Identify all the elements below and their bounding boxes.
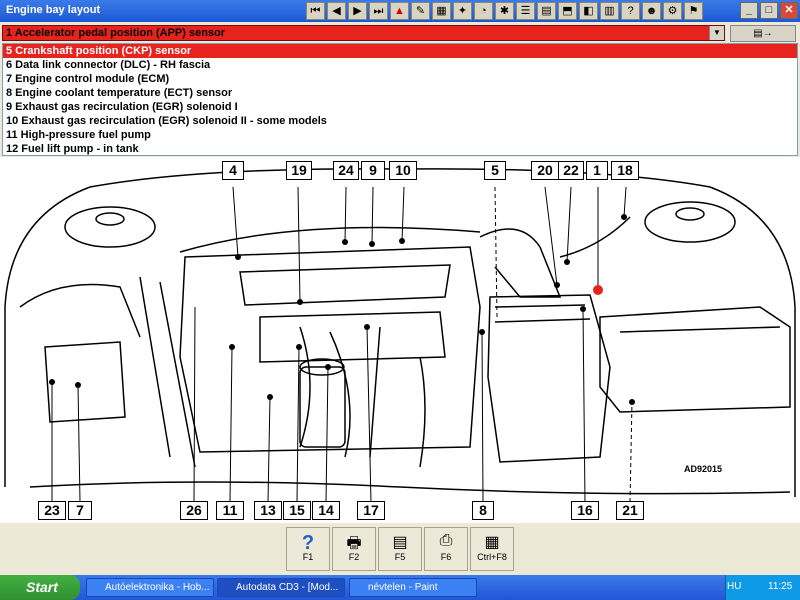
- f6-button[interactable]: ⎙ F6: [424, 527, 468, 571]
- f2-button[interactable]: 🖶 F2: [332, 527, 376, 571]
- tool2-icon[interactable]: ⚙: [663, 2, 682, 20]
- minimize-button[interactable]: _: [740, 2, 758, 19]
- label-24[interactable]: 24: [333, 161, 359, 180]
- toolbar: ⏮ ◀ ▶ ⏭ ▲ ✎ ▦ ✦ ◔ ✱ ☰ ▤ ⬒ ◧ ▥ ? ☻ ⚙ ⚑: [306, 2, 703, 20]
- label-23[interactable]: 23: [38, 501, 66, 520]
- chart-icon[interactable]: ▥: [600, 2, 619, 20]
- f1-button[interactable]: ? F1: [286, 527, 330, 571]
- document-icon[interactable]: ▤: [537, 2, 556, 20]
- label-15[interactable]: 15: [283, 501, 311, 520]
- taskbar-item[interactable]: névtelen - Paint: [349, 578, 477, 597]
- wrench-icon[interactable]: ✦: [453, 2, 472, 20]
- warning-icon[interactable]: ▲: [390, 2, 409, 20]
- list-item[interactable]: 10 Exhaust gas recirculation (EGR) solen…: [3, 114, 797, 128]
- image-icon[interactable]: ▦: [432, 2, 451, 20]
- tool-icon[interactable]: ✎: [411, 2, 430, 20]
- print-icon: 🖶: [346, 535, 362, 552]
- settings-icon[interactable]: ✱: [495, 2, 514, 20]
- maximize-button[interactable]: □: [760, 2, 778, 19]
- highlight-marker: [593, 285, 603, 295]
- list-item[interactable]: 9 Exhaust gas recirculation (EGR) soleno…: [3, 100, 797, 114]
- label-8[interactable]: 8: [472, 501, 494, 520]
- title-bar: Engine bay layout ⏮ ◀ ▶ ⏭ ▲ ✎ ▦ ✦ ◔ ✱ ☰ …: [0, 0, 800, 22]
- list-item[interactable]: 5 Crankshaft position (CKP) sensor: [3, 44, 797, 58]
- label-26[interactable]: 26: [180, 501, 208, 520]
- label-17[interactable]: 17: [357, 501, 385, 520]
- label-20[interactable]: 20: [531, 161, 559, 180]
- help-icon[interactable]: ?: [621, 2, 640, 20]
- component-select-value: 1 Accelerator pedal position (APP) senso…: [6, 27, 226, 39]
- label-10[interactable]: 10: [389, 161, 417, 180]
- last-icon[interactable]: ⏭: [369, 2, 388, 20]
- printer-icon: ⎙: [439, 532, 453, 549]
- flag-icon[interactable]: ⚑: [684, 2, 703, 20]
- car-icon[interactable]: ⬒: [558, 2, 577, 20]
- chevron-down-icon[interactable]: ▼: [709, 26, 724, 40]
- ctrl-f8-button[interactable]: ▦ Ctrl+F8: [470, 527, 514, 571]
- start-button[interactable]: Start: [0, 575, 80, 600]
- close-button[interactable]: ✕: [780, 2, 798, 19]
- gauge-icon[interactable]: ◔: [474, 2, 493, 20]
- diagram-code: AD92015: [684, 464, 723, 474]
- taskbar-item[interactable]: Autodata CD3 - [Mod...: [217, 578, 345, 597]
- document-icon: ▤: [392, 534, 408, 551]
- language-indicator[interactable]: HU: [727, 581, 741, 592]
- first-icon[interactable]: ⏮: [306, 2, 325, 20]
- label-19[interactable]: 19: [286, 161, 312, 180]
- engine-illustration: [4, 168, 796, 503]
- taskbar-item[interactable]: Autóelektronika - Hob...: [86, 578, 214, 597]
- label-9[interactable]: 9: [361, 161, 385, 180]
- component-list: 5 Crankshaft position (CKP) sensor 6 Dat…: [2, 43, 798, 156]
- label-22[interactable]: 22: [558, 161, 584, 180]
- window-title: Engine bay layout: [6, 4, 101, 16]
- f5-button[interactable]: ▤ F5: [378, 527, 422, 571]
- help-icon: ?: [301, 532, 315, 554]
- function-key-bar: ? F1 🖶 F2 ▤ F5 ⎙ F6 ▦ Ctrl+F8: [0, 524, 800, 574]
- list-item[interactable]: 11 High-pressure fuel pump: [3, 128, 797, 142]
- engine-icon[interactable]: ◧: [579, 2, 598, 20]
- label-21[interactable]: 21: [616, 501, 644, 520]
- user-icon[interactable]: ☻: [642, 2, 661, 20]
- label-7[interactable]: 7: [68, 501, 92, 520]
- component-select[interactable]: 1 Accelerator pedal position (APP) senso…: [2, 25, 725, 41]
- label-5[interactable]: 5: [484, 161, 506, 180]
- engine-bay-diagram: 4 19 24 9 10 5 20 22 1 18 23 7 26 11 13 …: [0, 157, 800, 523]
- taskbar: Start Autóelektronika - Hob... Autodata …: [0, 575, 800, 600]
- next-icon[interactable]: ▶: [348, 2, 367, 20]
- export-button[interactable]: ▤→: [730, 25, 796, 42]
- label-18[interactable]: 18: [611, 161, 639, 180]
- list-item[interactable]: 8 Engine coolant temperature (ECT) senso…: [3, 86, 797, 100]
- label-4[interactable]: 4: [222, 161, 244, 180]
- label-11[interactable]: 11: [216, 501, 244, 520]
- list-item[interactable]: 7 Engine control module (ECM): [3, 72, 797, 86]
- table-icon: ▦: [484, 534, 500, 551]
- label-1[interactable]: 1: [586, 161, 608, 180]
- label-13[interactable]: 13: [254, 501, 282, 520]
- clock: 11:25: [768, 581, 793, 592]
- list-item[interactable]: 12 Fuel lift pump - in tank: [3, 142, 797, 156]
- list-item[interactable]: 6 Data link connector (DLC) - RH fascia: [3, 58, 797, 72]
- label-16[interactable]: 16: [571, 501, 599, 520]
- list-icon[interactable]: ☰: [516, 2, 535, 20]
- prev-icon[interactable]: ◀: [327, 2, 346, 20]
- label-14[interactable]: 14: [312, 501, 340, 520]
